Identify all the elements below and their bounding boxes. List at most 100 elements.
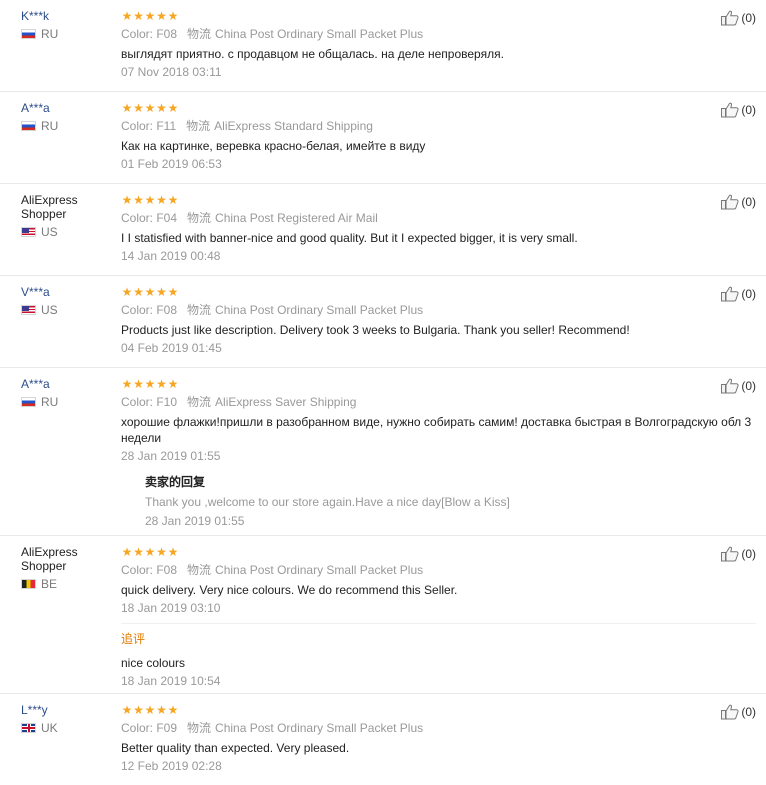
reviewer-name[interactable]: L***y: [21, 703, 111, 717]
star-icon: ★: [133, 703, 144, 717]
reviewer-country: RU: [21, 395, 111, 409]
reviewer-info: K***k RU: [21, 9, 111, 41]
helpful-count: (0): [741, 11, 756, 25]
star-icon: ★: [144, 377, 156, 391]
star-icon: ★: [144, 703, 156, 717]
review-text: I I statisfied with banner-nice and good…: [121, 231, 578, 245]
helpful-button[interactable]: (0): [721, 10, 756, 26]
review-content: ★ ★ ★ ★ ★ Color: F11 物流 AliExpress Standard Sh…: [121, 102, 756, 171]
country-code: US: [41, 303, 58, 317]
logistics-label: 物流: [187, 721, 212, 735]
review-item: AliExpress Shopper BE ★ ★ ★ ★ ★ Color: F08 物流…: [0, 536, 766, 694]
order-info: Color: F11 物流 AliExpress Standard Shipping: [121, 119, 756, 133]
star-icon: ★: [167, 193, 179, 207]
star-icon: ★: [121, 9, 133, 23]
review-date: 14 Jan 2019 00:48: [121, 249, 221, 263]
reviewer-info: V***a US: [21, 285, 111, 317]
star-icon: ★: [133, 101, 144, 115]
helpful-button[interactable]: (0): [721, 546, 756, 562]
reviewer-info: L***y UK: [21, 703, 111, 735]
review-date: 04 Feb 2019 01:45: [121, 341, 222, 355]
star-icon: ★: [133, 377, 144, 391]
reviewer-name[interactable]: A***a: [21, 101, 111, 115]
star-icon: ★: [144, 9, 156, 23]
reviewer-info: AliExpress Shopper US: [21, 193, 111, 239]
country-code: RU: [41, 27, 59, 41]
star-icon: ★: [156, 703, 167, 717]
helpful-button[interactable]: (0): [721, 194, 756, 210]
star-icon: ★: [144, 285, 156, 299]
flag-ru-icon: [21, 121, 36, 131]
review-item: V***a US ★ ★ ★ ★ ★ Color: F08 物流 China Post Or…: [0, 276, 766, 368]
flag-us-icon: [21, 227, 36, 237]
review-item: AliExpress Shopper US ★ ★ ★ ★ ★ Color: F04 物流…: [0, 184, 766, 276]
reviewer-country: BE: [21, 577, 111, 591]
shipping-method: AliExpress Standard Shipping: [214, 119, 373, 133]
reviewer-country: UK: [21, 721, 111, 735]
reviewer-country: RU: [21, 27, 111, 41]
reviewer-name[interactable]: AliExpress Shopper: [21, 545, 111, 573]
country-code: UK: [41, 721, 58, 735]
helpful-count: (0): [741, 287, 756, 301]
flag-ru-icon: [21, 397, 36, 407]
review-content: ★ ★ ★ ★ ★ Color: F08 物流 China Post Ordinary Sm…: [121, 286, 756, 355]
followup-review: 追评 nice colours 18 Jan 2019 10:54: [121, 623, 756, 688]
review-content: ★ ★ ★ ★ ★ Color: F09 物流 China Post Ordinary Sm…: [121, 704, 756, 773]
star-rating: ★ ★ ★ ★ ★: [121, 194, 756, 206]
shipping-method: China Post Ordinary Small Packet Plus: [215, 563, 424, 577]
star-icon: ★: [156, 193, 167, 207]
seller-reply-title: 卖家的回复: [145, 475, 206, 489]
star-rating: ★ ★ ★ ★ ★: [121, 704, 756, 716]
product-color: Color: F11: [121, 119, 177, 133]
review-text: Better quality than expected. Very pleas…: [121, 741, 350, 755]
star-icon: ★: [121, 377, 133, 391]
logistics-label: 物流: [187, 211, 212, 225]
star-icon: ★: [156, 9, 167, 23]
review-item: L***y UK ★ ★ ★ ★ ★ Color: F09 物流 China Post Or…: [0, 694, 766, 785]
order-info: Color: F08 物流 China Post Ordinary Small Pa…: [121, 27, 756, 41]
review-content: ★ ★ ★ ★ ★ Color: F08 物流 China Post Ordinary Sm…: [121, 546, 756, 688]
review-date: 07 Nov 2018 03:11: [121, 65, 222, 79]
helpful-button[interactable]: (0): [721, 102, 756, 118]
logistics-label: 物流: [187, 395, 212, 409]
thumbs-up-icon: [721, 286, 739, 302]
helpful-count: (0): [741, 379, 756, 393]
country-code: BE: [41, 577, 58, 591]
star-icon: ★: [167, 545, 179, 559]
star-rating: ★ ★ ★ ★ ★: [121, 286, 756, 298]
review-text: Products just like description. Delivery…: [121, 323, 630, 337]
review-list: K***k RU ★ ★ ★ ★ ★ Color: F08 物流 China Post Or…: [0, 0, 766, 785]
flag-ru-icon: [21, 29, 36, 39]
star-icon: ★: [133, 285, 144, 299]
reviewer-info: A***a RU: [21, 101, 111, 133]
star-icon: ★: [144, 545, 156, 559]
star-icon: ★: [121, 101, 133, 115]
star-icon: ★: [121, 285, 133, 299]
product-color: Color: F08: [121, 563, 178, 577]
product-color: Color: F08: [121, 27, 178, 41]
review-date: 28 Jan 2019 01:55: [121, 449, 221, 463]
helpful-button[interactable]: (0): [721, 704, 756, 720]
reviewer-name[interactable]: K***k: [21, 9, 111, 23]
star-rating: ★ ★ ★ ★ ★: [121, 378, 756, 390]
thumbs-up-icon: [721, 378, 739, 394]
star-icon: ★: [167, 377, 179, 391]
helpful-button[interactable]: (0): [721, 286, 756, 302]
order-info: Color: F10 物流 AliExpress Saver Shipping: [121, 395, 756, 409]
thumbs-up-icon: [721, 704, 739, 720]
review-item: A***a RU ★ ★ ★ ★ ★ Color: F11 物流 AliExpress St…: [0, 92, 766, 184]
reviewer-name[interactable]: A***a: [21, 377, 111, 391]
review-content: ★ ★ ★ ★ ★ Color: F10 物流 AliExpress Saver Shipp…: [121, 378, 756, 528]
helpful-button[interactable]: (0): [721, 378, 756, 394]
star-icon: ★: [121, 545, 133, 559]
helpful-count: (0): [741, 195, 756, 209]
reviewer-name[interactable]: V***a: [21, 285, 111, 299]
star-icon: ★: [133, 193, 144, 207]
review-date: 18 Jan 2019 03:10: [121, 601, 221, 615]
reviewer-name[interactable]: AliExpress Shopper: [21, 193, 111, 221]
thumbs-up-icon: [721, 10, 739, 26]
helpful-count: (0): [741, 547, 756, 561]
review-text: выглядят приятно. с продавцом не общалас…: [121, 47, 504, 61]
star-icon: ★: [167, 285, 179, 299]
reviewer-country: US: [21, 225, 111, 239]
